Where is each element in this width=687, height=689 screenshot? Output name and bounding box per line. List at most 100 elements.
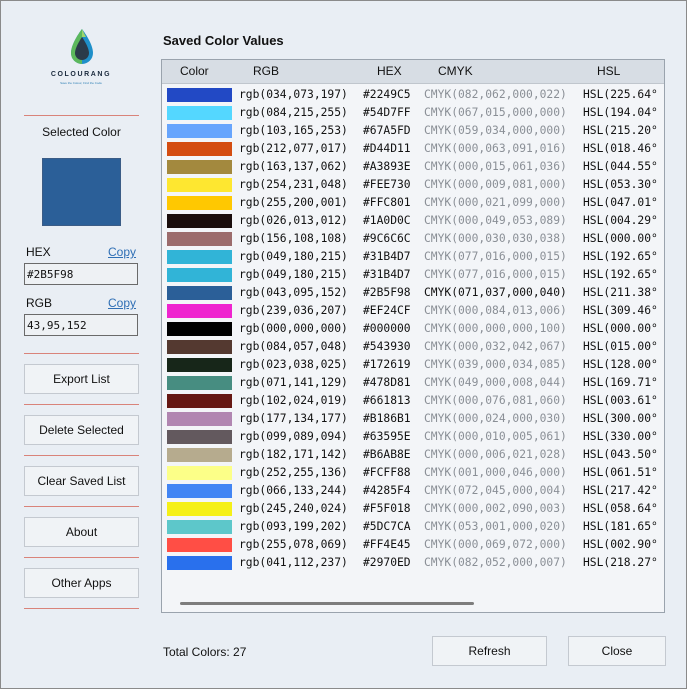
copy-rgb-link[interactable]: Copy — [108, 296, 136, 310]
color-swatch — [167, 394, 232, 408]
table-row[interactable]: rgb(252,255,136) #FCFF88 CMYK(001,000,046,… — [162, 464, 664, 482]
hex-cell: #31B4D7 — [363, 250, 411, 263]
column-header-cmyk[interactable]: CMYK — [438, 64, 473, 78]
table-row[interactable]: rgb(156,108,108) #9C6C6C CMYK(000,030,030,… — [162, 230, 664, 248]
hex-cell: #67A5FD — [363, 124, 411, 137]
divider — [24, 608, 139, 609]
table-row[interactable]: rgb(254,231,048) #FEE730 CMYK(000,009,081,… — [162, 176, 664, 194]
hex-cell: #63595E — [363, 430, 411, 443]
rgb-cell: rgb(071,141,129) — [239, 376, 348, 389]
brand-tagline: Save the Colour, Find the Code — [60, 81, 102, 85]
sidebar: COLOURANG Save the Colour, Find the Code… — [1, 1, 161, 689]
divider — [24, 557, 139, 558]
hex-cell: #000000 — [363, 322, 411, 335]
hsl-cell: HSL(061.51° — [583, 466, 658, 479]
table-row[interactable]: rgb(000,000,000) #000000 CMYK(000,000,000,… — [162, 320, 664, 338]
table-row[interactable]: rgb(245,240,024) #F5F018 CMYK(000,002,090,… — [162, 500, 664, 518]
color-swatch — [167, 232, 232, 246]
table-row[interactable]: rgb(084,057,048) #543930 CMYK(000,032,042,… — [162, 338, 664, 356]
other-apps-button[interactable]: Other Apps — [24, 568, 139, 598]
hsl-cell: HSL(002.90° — [583, 538, 658, 551]
hsl-cell: HSL(330.00° — [583, 430, 658, 443]
cmyk-cell: CMYK(077,016,000,015) — [424, 268, 567, 281]
close-button[interactable]: Close — [568, 636, 666, 666]
saved-colors-table[interactable]: Color RGB HEX CMYK HSL rgb(034,073,197) #… — [161, 59, 665, 613]
color-swatch — [167, 412, 232, 426]
divider — [24, 115, 139, 116]
rgb-cell: rgb(252,255,136) — [239, 466, 348, 479]
table-row[interactable]: rgb(093,199,202) #5DC7CA CMYK(053,001,000,… — [162, 518, 664, 536]
column-header-hsl[interactable]: HSL — [597, 64, 620, 78]
color-swatch — [167, 214, 232, 228]
rgb-label: RGB — [26, 296, 53, 310]
copy-hex-link[interactable]: Copy — [108, 245, 136, 259]
hex-cell: #FCFF88 — [363, 466, 411, 479]
table-row[interactable]: rgb(177,134,177) #B186B1 CMYK(000,024,000,… — [162, 410, 664, 428]
color-swatch — [167, 196, 232, 210]
selected-color-label: Selected Color — [42, 125, 121, 139]
table-row[interactable]: rgb(084,215,255) #54D7FF CMYK(067,015,000,… — [162, 104, 664, 122]
rgb-cell: rgb(084,057,048) — [239, 340, 348, 353]
refresh-button[interactable]: Refresh — [432, 636, 547, 666]
hsl-cell: HSL(225.64° — [583, 88, 658, 101]
table-row[interactable]: rgb(034,073,197) #2249C5 CMYK(082,062,000,… — [162, 86, 664, 104]
table-row[interactable]: rgb(071,141,129) #478D81 CMYK(049,000,008,… — [162, 374, 664, 392]
export-list-button[interactable]: Export List — [24, 364, 139, 394]
total-colors-label: Total Colors: 27 — [163, 645, 247, 659]
cmyk-cell: CMYK(000,032,042,067) — [424, 340, 567, 353]
table-row[interactable]: rgb(163,137,062) #A3893E CMYK(000,015,061,… — [162, 158, 664, 176]
hex-cell: #B6AB8E — [363, 448, 411, 461]
table-row[interactable]: rgb(026,013,012) #1A0D0C CMYK(000,049,053,… — [162, 212, 664, 230]
table-row[interactable]: rgb(255,200,001) #FFC801 CMYK(000,021,099,… — [162, 194, 664, 212]
cmyk-cell: CMYK(001,000,046,000) — [424, 466, 567, 479]
cmyk-cell: CMYK(000,049,053,089) — [424, 214, 567, 227]
rgb-cell: rgb(026,013,012) — [239, 214, 348, 227]
table-row[interactable]: rgb(103,165,253) #67A5FD CMYK(059,034,000,… — [162, 122, 664, 140]
rgb-cell: rgb(245,240,024) — [239, 502, 348, 515]
selected-color-swatch — [42, 158, 121, 226]
cmyk-cell: CMYK(000,063,091,016) — [424, 142, 567, 155]
hex-cell: #4285F4 — [363, 484, 411, 497]
brand-name: COLOURANG — [50, 71, 112, 78]
color-swatch — [167, 376, 232, 390]
table-row[interactable]: rgb(049,180,215) #31B4D7 CMYK(077,016,000,… — [162, 266, 664, 284]
table-row[interactable]: rgb(255,078,069) #FF4E45 CMYK(000,069,072,… — [162, 536, 664, 554]
rgb-cell: rgb(254,231,048) — [239, 178, 348, 191]
hex-cell: #F5F018 — [363, 502, 411, 515]
rgb-cell: rgb(212,077,017) — [239, 142, 348, 155]
table-row[interactable]: rgb(182,171,142) #B6AB8E CMYK(000,006,021,… — [162, 446, 664, 464]
hsl-cell: HSL(015.00° — [583, 340, 658, 353]
about-button[interactable]: About — [24, 517, 139, 547]
hsl-cell: HSL(018.46° — [583, 142, 658, 155]
table-row[interactable]: rgb(043,095,152) #2B5F98 CMYK(071,037,000,… — [162, 284, 664, 302]
rgb-value-field[interactable]: 43,95,152 — [24, 314, 138, 336]
hsl-cell: HSL(192.65° — [583, 250, 658, 263]
column-header-rgb[interactable]: RGB — [253, 64, 279, 78]
cmyk-cell: CMYK(000,024,000,030) — [424, 412, 567, 425]
table-row[interactable]: rgb(099,089,094) #63595E CMYK(000,010,005,… — [162, 428, 664, 446]
rgb-cell: rgb(255,200,001) — [239, 196, 348, 209]
column-header-color[interactable]: Color — [180, 64, 209, 78]
hsl-cell: HSL(053.30° — [583, 178, 658, 191]
horizontal-scrollbar[interactable] — [162, 596, 664, 612]
table-header: Color RGB HEX CMYK HSL — [162, 60, 664, 84]
delete-selected-button[interactable]: Delete Selected — [24, 415, 139, 445]
app-window: COLOURANG Save the Colour, Find the Code… — [0, 0, 687, 689]
table-row[interactable]: rgb(102,024,019) #661813 CMYK(000,076,081,… — [162, 392, 664, 410]
table-row[interactable]: rgb(212,077,017) #D44D11 CMYK(000,063,091,… — [162, 140, 664, 158]
rgb-cell: rgb(099,089,094) — [239, 430, 348, 443]
table-row[interactable]: rgb(041,112,237) #2970ED CMYK(082,052,000,… — [162, 554, 664, 572]
scrollbar-thumb[interactable] — [180, 602, 474, 605]
table-row[interactable]: rgb(049,180,215) #31B4D7 CMYK(077,016,000,… — [162, 248, 664, 266]
color-swatch — [167, 88, 232, 102]
hex-value-field[interactable]: #2B5F98 — [24, 263, 138, 285]
column-header-hex[interactable]: HEX — [377, 64, 402, 78]
cmyk-cell: CMYK(053,001,000,020) — [424, 520, 567, 533]
color-swatch — [167, 268, 232, 282]
rgb-cell: rgb(182,171,142) — [239, 448, 348, 461]
table-row[interactable]: rgb(066,133,244) #4285F4 CMYK(072,045,000,… — [162, 482, 664, 500]
table-row[interactable]: rgb(023,038,025) #172619 CMYK(039,000,034,… — [162, 356, 664, 374]
clear-saved-list-button[interactable]: Clear Saved List — [24, 466, 139, 496]
hsl-cell: HSL(003.61° — [583, 394, 658, 407]
table-row[interactable]: rgb(239,036,207) #EF24CF CMYK(000,084,013,… — [162, 302, 664, 320]
